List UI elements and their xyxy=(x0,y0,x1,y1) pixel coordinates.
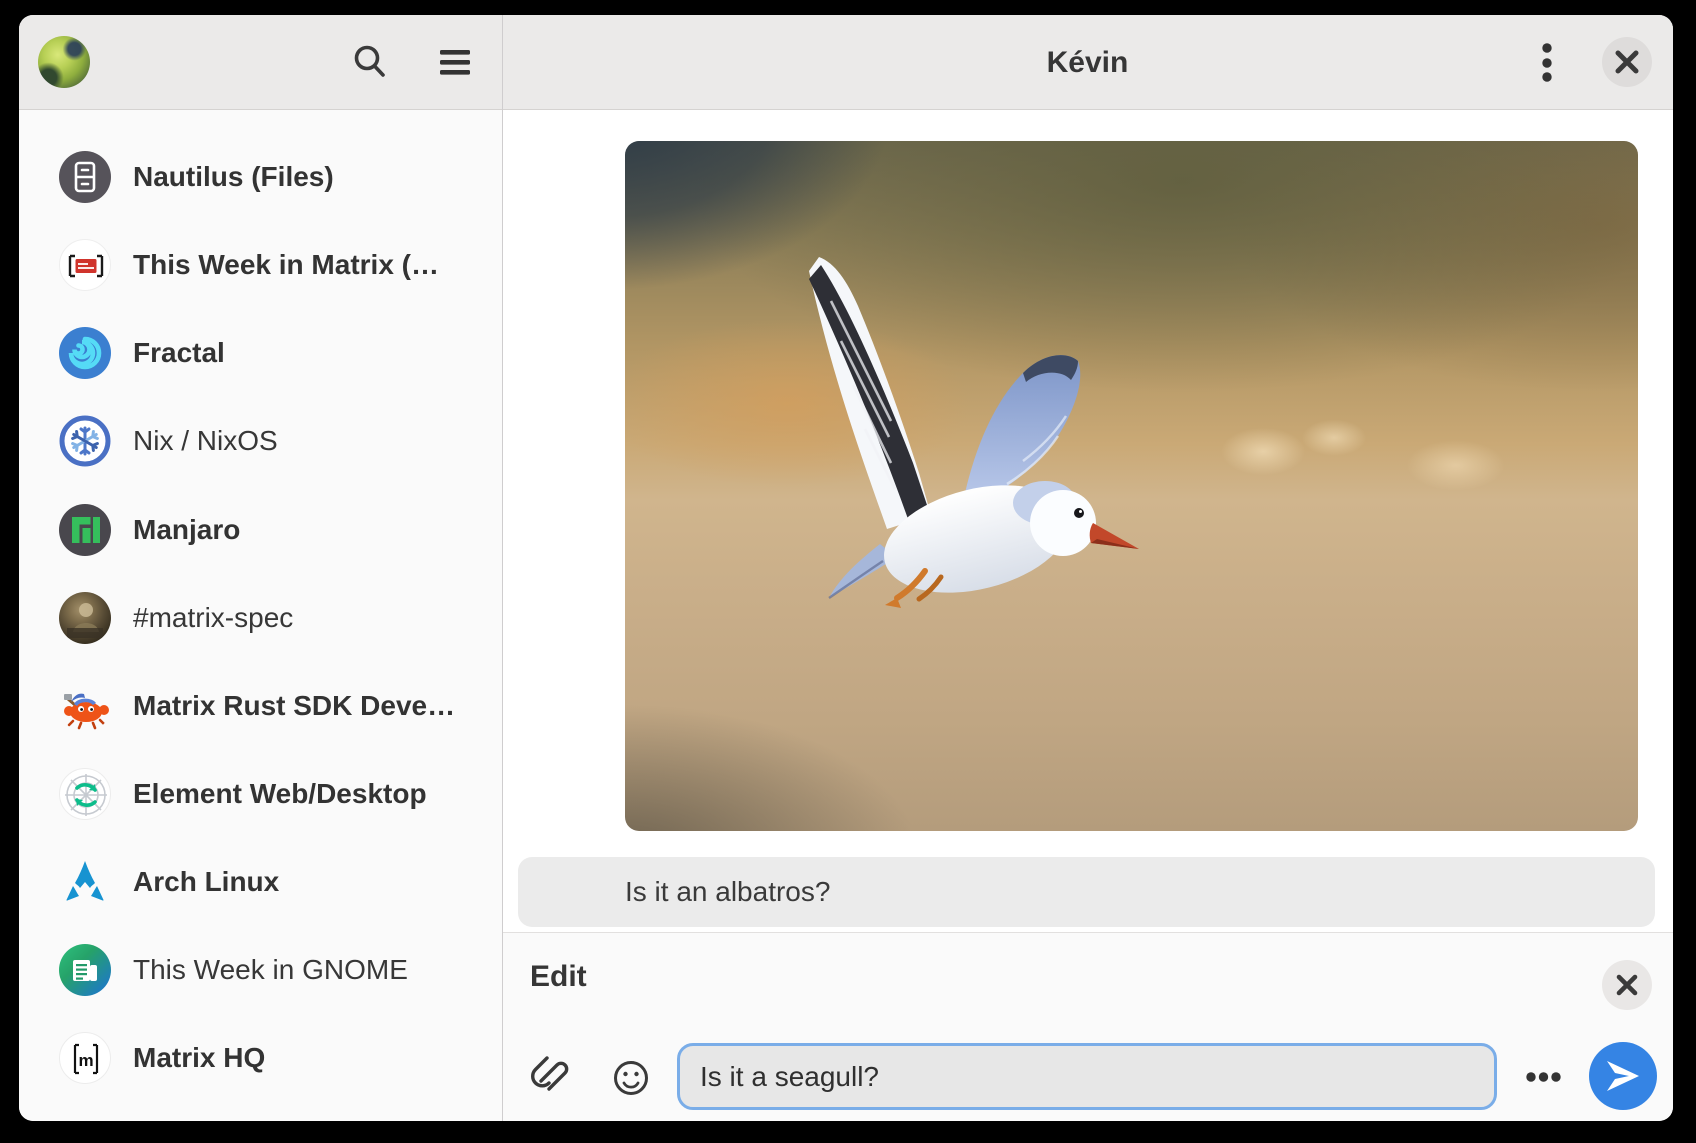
sidebar-item-nix[interactable]: Nix / NixOS xyxy=(19,397,502,485)
sidebar-item-matrix-spec[interactable]: #matrix-spec xyxy=(19,574,502,662)
nix-icon xyxy=(59,415,111,467)
search-button[interactable] xyxy=(350,42,390,82)
room-label: #matrix-spec xyxy=(133,574,293,662)
room-label: Nautilus (Files) xyxy=(133,133,334,221)
sidebar-item-manjaro[interactable]: Manjaro xyxy=(19,486,502,574)
edit-mode-label: Edit xyxy=(530,957,587,997)
close-icon xyxy=(1615,973,1639,997)
matrix-spec-avatar xyxy=(59,592,111,644)
room-label: Matrix Rust SDK Deve… xyxy=(133,662,455,750)
sidebar-item-nautilus[interactable]: Nautilus (Files) xyxy=(19,133,502,221)
nautilus-icon xyxy=(59,151,111,203)
room-label: Arch Linux xyxy=(133,838,279,926)
sidebar-item-twim[interactable]: This Week in Matrix (… xyxy=(19,221,502,309)
twig-icon xyxy=(59,944,111,996)
seagull-illustration xyxy=(625,141,1638,831)
svg-text:m: m xyxy=(78,1051,93,1070)
message-bubble[interactable]: Is it an albatros? xyxy=(518,857,1655,927)
sidebar-item-twig[interactable]: This Week in GNOME xyxy=(19,926,502,1014)
main-menu-button[interactable] xyxy=(435,42,475,82)
cancel-edit-button[interactable] xyxy=(1602,960,1652,1010)
hamburger-menu-icon xyxy=(435,42,475,82)
twim-icon xyxy=(59,239,111,291)
element-icon xyxy=(59,768,111,820)
room-label: Element Web/Desktop xyxy=(133,750,427,838)
sidebar-divider xyxy=(502,15,503,1121)
send-message-button[interactable] xyxy=(1589,1042,1657,1110)
sidebar-item-matrix-hq[interactable]: m Matrix HQ xyxy=(19,1014,502,1102)
kebab-menu-icon xyxy=(1533,34,1561,92)
account-avatar[interactable] xyxy=(38,36,90,88)
more-options-button[interactable] xyxy=(1515,1065,1571,1089)
sidebar-item-element[interactable]: Element Web/Desktop xyxy=(19,750,502,838)
message-attachment-seagull-photo[interactable] xyxy=(625,141,1638,831)
message-text: Is it an albatros? xyxy=(625,857,830,927)
attach-file-button[interactable] xyxy=(530,1056,572,1098)
sidebar-item-rust-sdk[interactable]: Matrix Rust SDK Deve… xyxy=(19,662,502,750)
ellipsis-icon xyxy=(1515,1065,1571,1089)
emoji-button[interactable] xyxy=(612,1059,650,1097)
room-list: Nautilus (Files) This Week in Matrix (… xyxy=(19,110,502,1121)
send-icon xyxy=(1605,1060,1641,1092)
fractal-icon xyxy=(59,327,111,379)
rust-crab-icon xyxy=(59,680,111,732)
room-label: Manjaro xyxy=(133,486,240,574)
close-icon xyxy=(1614,49,1640,75)
arch-icon xyxy=(59,856,111,908)
room-label: This Week in Matrix (… xyxy=(133,221,439,309)
room-menu-button[interactable] xyxy=(1533,34,1561,92)
manjaro-icon xyxy=(59,504,111,556)
paperclip-icon xyxy=(530,1056,572,1098)
matrix-hq-icon: m xyxy=(59,1032,111,1084)
room-label: This Week in GNOME xyxy=(133,926,408,1014)
fractal-window: Kévin Nautilus (Files) xyxy=(19,15,1673,1121)
room-label: Nix / NixOS xyxy=(133,397,278,485)
message-input[interactable] xyxy=(677,1043,1497,1110)
sidebar-item-fractal[interactable]: Fractal xyxy=(19,309,502,397)
smiley-icon xyxy=(612,1059,650,1097)
room-label: Fractal xyxy=(133,309,225,397)
close-window-button[interactable] xyxy=(1602,37,1652,87)
search-icon xyxy=(350,42,390,82)
room-label: Matrix HQ xyxy=(133,1014,265,1102)
sidebar-item-arch[interactable]: Arch Linux xyxy=(19,838,502,926)
chat-title: Kévin xyxy=(502,15,1673,110)
